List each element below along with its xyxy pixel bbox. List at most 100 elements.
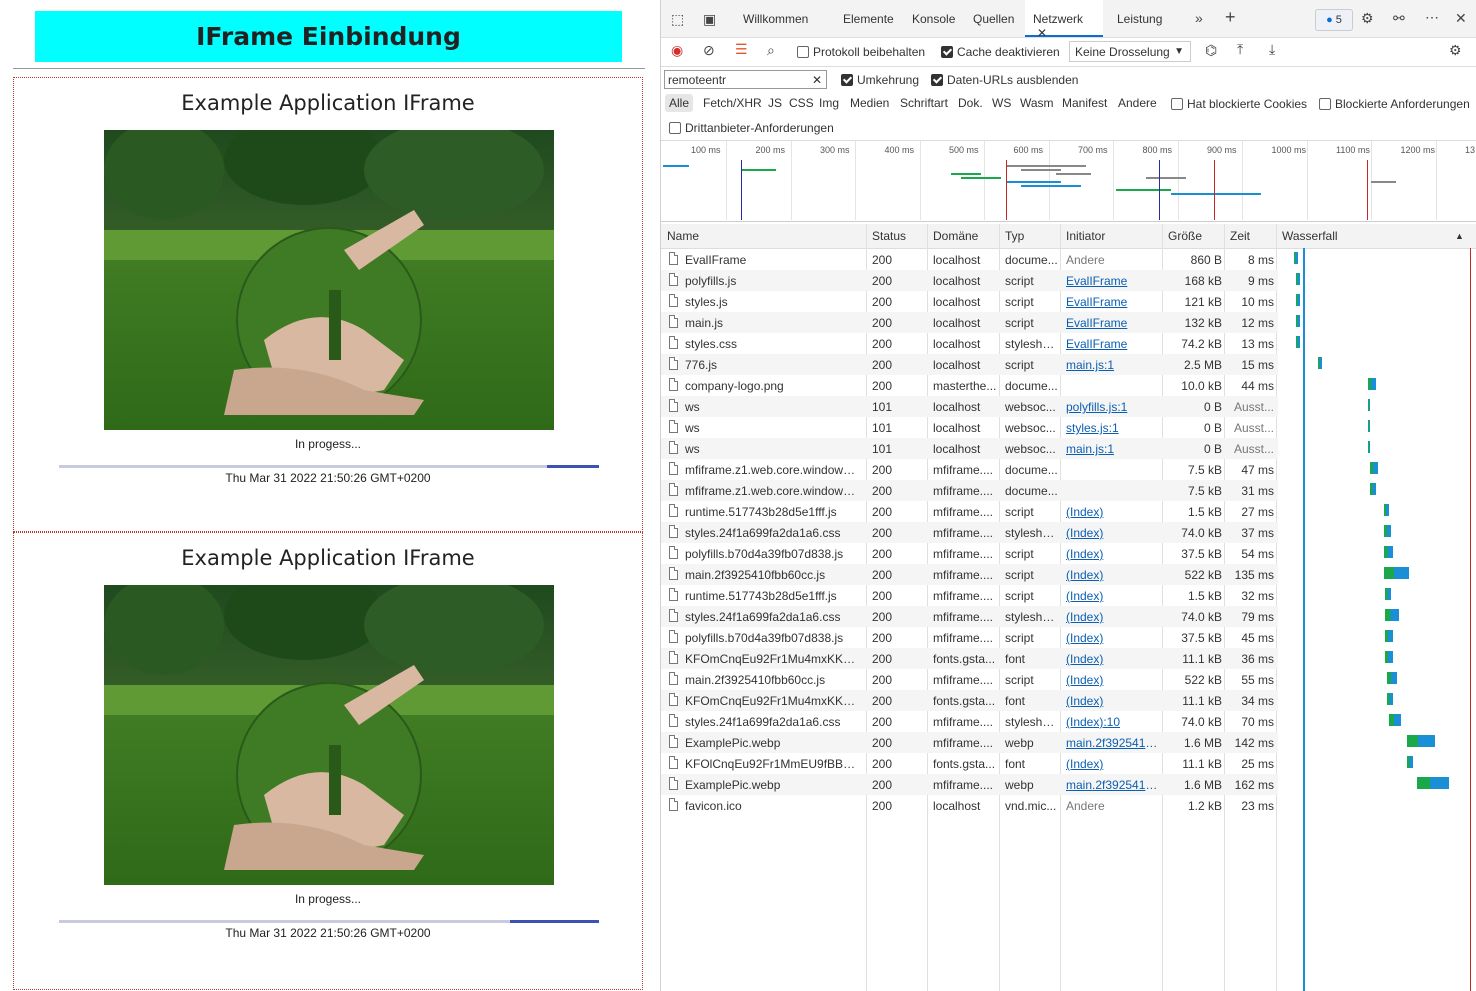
preserve-log-checkbox[interactable]: Protokoll beibehalten [797,45,925,59]
table-row[interactable]: styles.css 200 localhost styleshe... EvalIFr… [661,333,1278,354]
add-tab-icon[interactable]: + [1225,7,1236,28]
request-initiator[interactable]: (Index) [1066,673,1160,687]
issues-badge[interactable]: ● 5 [1315,9,1353,31]
blocked-requests-checkbox[interactable]: Blockierte Anforderungen [1319,97,1470,111]
tab-sources[interactable]: Quellen [973,12,1014,26]
filter-type-fetch-xhr[interactable]: Fetch/XHR [703,96,762,110]
clear-filter-icon[interactable]: ✕ [812,73,822,87]
more-tabs-icon[interactable]: » [1195,10,1203,26]
filter-type-other[interactable]: Andere [1118,96,1157,110]
gear-icon[interactable]: ⚙ [1361,10,1374,27]
table-row[interactable]: ws 101 localhost websoc... styles.js:1 0 B Aus… [661,417,1278,438]
table-row[interactable]: mfiframe.z1.web.core.windows.... 200 mfifr… [661,459,1278,480]
column-time[interactable]: Zeit [1230,229,1250,243]
request-initiator[interactable]: (Index) [1066,631,1160,645]
table-row[interactable]: mfiframe.z1.web.core.windows.... 200 mfifr… [661,480,1278,501]
column-initiator[interactable]: Initiator [1066,229,1105,243]
table-row[interactable]: KFOmCnqEu92Fr1Mu4mxKKTU... 200 fonts.gsta.… [661,648,1278,669]
request-initiator[interactable]: main.js:1 [1066,442,1160,456]
inspect-element-icon[interactable]: ⬚ [671,11,684,28]
filter-type-manifest[interactable]: Manifest [1062,96,1107,110]
column-domain[interactable]: Domäne [933,229,978,243]
table-row[interactable]: polyfills.b70d4a39fb07d838.js 200 mfiframe… [661,627,1278,648]
clear-icon[interactable]: ⊘ [703,42,715,59]
request-initiator[interactable]: (Index) [1066,757,1160,771]
export-har-icon[interactable]: ⤓ [1269,41,1275,58]
table-row[interactable]: ExamplePic.webp 200 mfiframe.... webp main.2… [661,732,1278,753]
request-initiator[interactable]: styles.js:1 [1066,421,1160,435]
throttling-select[interactable]: Keine Drosselung ▼ [1069,41,1191,62]
filter-type-font[interactable]: Schriftart [900,96,948,110]
network-settings-icon[interactable]: ⚙ [1449,42,1462,59]
tab-performance[interactable]: Leistung [1117,12,1162,26]
request-initiator[interactable]: (Index) [1066,547,1160,561]
blocked-cookies-checkbox[interactable]: Hat blockierte Cookies [1171,97,1307,111]
request-initiator[interactable]: (Index) [1066,568,1160,582]
record-icon[interactable]: ◉ [671,42,683,59]
column-waterfall[interactable]: Wasserfall [1282,229,1338,243]
filter-type-ws[interactable]: WS [992,96,1011,110]
table-row[interactable]: company-logo.png 200 masterthe... docume...… [661,375,1278,396]
invert-checkbox[interactable]: Umkehrung [841,73,919,87]
request-initiator[interactable]: (Index) [1066,589,1160,603]
filter-type-js[interactable]: JS [768,96,782,110]
hide-data-urls-checkbox[interactable]: Daten-URLs ausblenden [931,73,1078,87]
more-options-icon[interactable]: ⋯ [1425,9,1439,26]
request-initiator[interactable]: (Index) [1066,526,1160,540]
iframe-1[interactable]: Example Application IFrame In progess...… [13,77,643,532]
table-row[interactable]: styles.24f1a699fa2da1a6.css 200 mfiframe..… [661,606,1278,627]
iframe-2[interactable]: Example Application IFrame In progess...… [13,532,643,990]
tab-welcome[interactable]: Willkommen [743,12,808,26]
table-row[interactable]: ws 101 localhost websoc... main.js:1 0 B Ausst… [661,438,1278,459]
import-har-icon[interactable]: ⤒ [1237,41,1243,58]
device-emulation-icon[interactable]: ▣ [703,11,716,28]
request-initiator[interactable]: EvalIFrame [1066,274,1160,288]
network-conditions-icon[interactable]: ⌬ [1205,42,1217,59]
table-row[interactable]: ExamplePic.webp 200 mfiframe.... webp main.2… [661,774,1278,795]
table-row[interactable]: EvalIFrame 200 localhost docume... Andere 860… [661,249,1278,270]
filter-type-css[interactable]: CSS [789,96,814,110]
request-initiator[interactable]: (Index) [1066,652,1160,666]
column-status[interactable]: Status [872,229,906,243]
third-party-checkbox[interactable]: Drittanbieter-Anforderungen [669,121,834,135]
request-initiator[interactable]: (Index) [1066,694,1160,708]
search-icon[interactable]: ⌕ [767,42,775,59]
table-row[interactable]: favicon.ico 200 localhost vnd.mic... Andere 1… [661,795,1278,816]
request-initiator[interactable]: EvalIFrame [1066,316,1160,330]
filter-input[interactable]: remoteentr ✕ [664,70,827,89]
table-row[interactable]: styles.24f1a699fa2da1a6.css 200 mfiframe..… [661,522,1278,543]
disable-cache-checkbox[interactable]: Cache deaktivieren [941,45,1060,59]
table-row[interactable]: styles.js 200 localhost script EvalIFrame 121… [661,291,1278,312]
request-initiator[interactable]: EvalIFrame [1066,295,1160,309]
table-row[interactable]: polyfills.js 200 localhost script EvalIFrame… [661,270,1278,291]
network-overview-timeline[interactable]: 100 ms 200 ms 300 ms 400 ms 500 ms 600 ms 700 … [661,141,1476,222]
column-size[interactable]: Größe [1168,229,1202,243]
filter-type-media[interactable]: Medien [850,96,889,110]
filter-icon[interactable]: ☰ [735,41,748,58]
table-row[interactable]: 776.js 200 localhost script main.js:1 2.5 MB 1… [661,354,1278,375]
tab-network[interactable]: Netzwerk ✕ [1025,0,1103,40]
table-row[interactable]: runtime.517743b28d5e1fff.js 200 mfiframe..… [661,501,1278,522]
table-row[interactable]: main.2f3925410fbb60cc.js 200 mfiframe.... s… [661,564,1278,585]
request-initiator[interactable]: main.2f3925410... [1066,778,1160,792]
request-initiator[interactable]: main.2f3925410... [1066,736,1160,750]
table-row[interactable]: main.2f3925410fbb60cc.js 200 mfiframe.... s… [661,669,1278,690]
table-row[interactable]: styles.24f1a699fa2da1a6.css 200 mfiframe..… [661,711,1278,732]
filter-type-wasm[interactable]: Wasm [1020,96,1054,110]
table-row[interactable]: polyfills.b70d4a39fb07d838.js 200 mfiframe… [661,543,1278,564]
column-name[interactable]: Name [667,229,699,243]
request-initiator[interactable]: EvalIFrame [1066,337,1160,351]
request-initiator[interactable]: polyfills.js:1 [1066,400,1160,414]
table-row[interactable]: ws 101 localhost websoc... polyfills.js:1 0 B… [661,396,1278,417]
filter-type-img[interactable]: Img [819,96,839,110]
tab-console[interactable]: Konsole [912,12,955,26]
table-row[interactable]: runtime.517743b28d5e1fff.js 200 mfiframe..… [661,585,1278,606]
request-initiator[interactable]: (Index) [1066,505,1160,519]
table-row[interactable]: KFOlCnqEu92Fr1MmEU9fBBc4A... 200 fonts.gst… [661,753,1278,774]
customize-icon[interactable]: ⚯ [1393,10,1405,27]
table-row[interactable]: KFOmCnqEu92Fr1Mu4mxKKTU... 200 fonts.gsta.… [661,690,1278,711]
column-type[interactable]: Typ [1005,229,1024,243]
table-row[interactable]: main.js 200 localhost script EvalIFrame 132 k… [661,312,1278,333]
request-initiator[interactable]: (Index) [1066,610,1160,624]
filter-type-all[interactable]: Alle [665,94,694,112]
